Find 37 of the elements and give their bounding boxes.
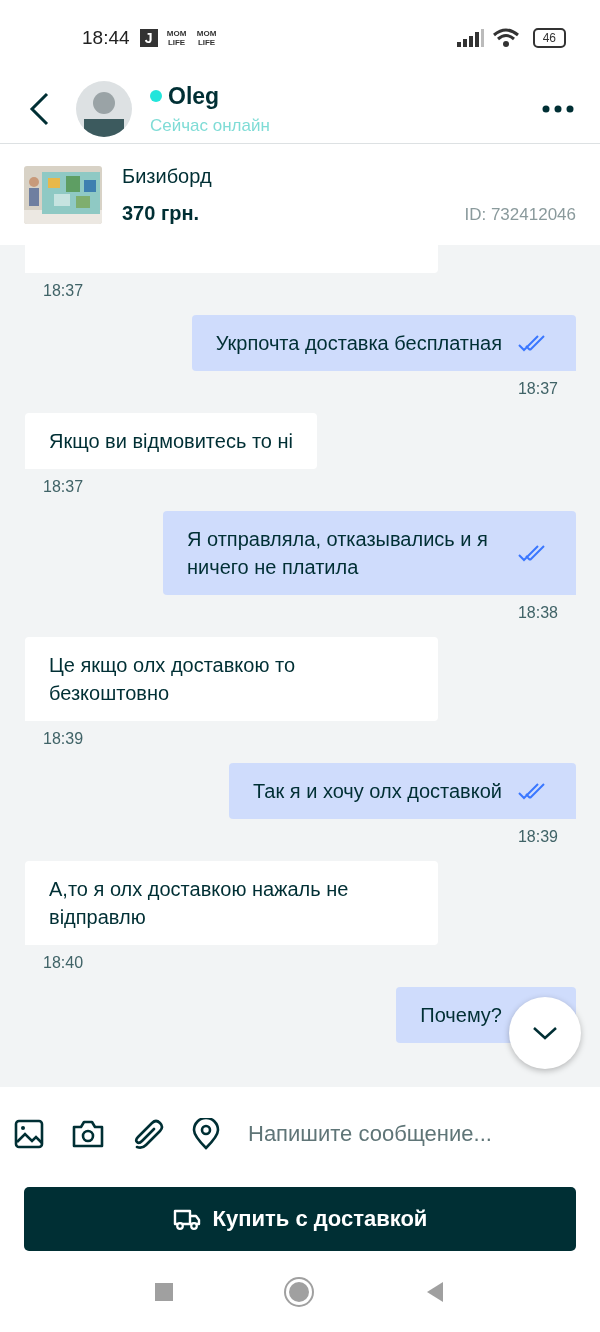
message-time: 18:40 [42, 953, 85, 973]
back-button[interactable] [425, 1280, 445, 1303]
message-time: 18:38 [516, 603, 559, 623]
battery-icon: 46 [532, 27, 566, 48]
paperclip-icon[interactable] [132, 1119, 164, 1149]
contact-name: Oleg [168, 82, 220, 110]
online-status: Сейчас онлайн [150, 115, 271, 136]
message-bubble: Я отправляла, отказывались и я ничего не платила [163, 511, 576, 595]
message-time: 18:39 [516, 827, 559, 847]
more-icon[interactable] [542, 105, 574, 113]
location-pin-icon[interactable] [192, 1118, 220, 1150]
product-title: Бизиборд [122, 164, 213, 188]
status-time: 18:44 [82, 26, 130, 49]
message-time: 18:37 [516, 379, 559, 399]
message-bubble: А,то я олх доставкою нажаль не відправлю [25, 861, 438, 945]
notification-icon: MOM LIFE [165, 28, 188, 47]
chevron-down-icon [532, 1026, 558, 1040]
camera-icon[interactable] [72, 1120, 104, 1148]
message-bubble: Укрпочта доставка бесплатная [191, 315, 576, 371]
message-bubble: Якщо ви відмовитесь то ні [25, 413, 317, 469]
message-bubble: Це якщо олх доставкою то безкоштовно [25, 637, 438, 721]
message-bubble: Так я и хочу олх доставкой [229, 763, 576, 819]
message-time: 18:37 [42, 281, 85, 301]
message-time: 18:39 [42, 729, 85, 749]
image-icon[interactable] [14, 1119, 44, 1149]
product-price: 370 грн. [122, 201, 201, 225]
back-icon[interactable] [28, 92, 50, 126]
signal-icon [456, 28, 485, 47]
notification-icon: MOM LIFE [195, 28, 218, 47]
buy-with-delivery-button[interactable]: Купить с доставкой [24, 1187, 576, 1251]
recents-button[interactable] [155, 1282, 173, 1301]
message-time: 18:37 [42, 477, 85, 497]
avatar-icon [76, 81, 132, 137]
wifi-icon [492, 27, 519, 48]
product-id: ID: 732412046 [464, 205, 576, 225]
notification-icon: J [139, 28, 158, 47]
truck-icon [172, 1208, 201, 1230]
